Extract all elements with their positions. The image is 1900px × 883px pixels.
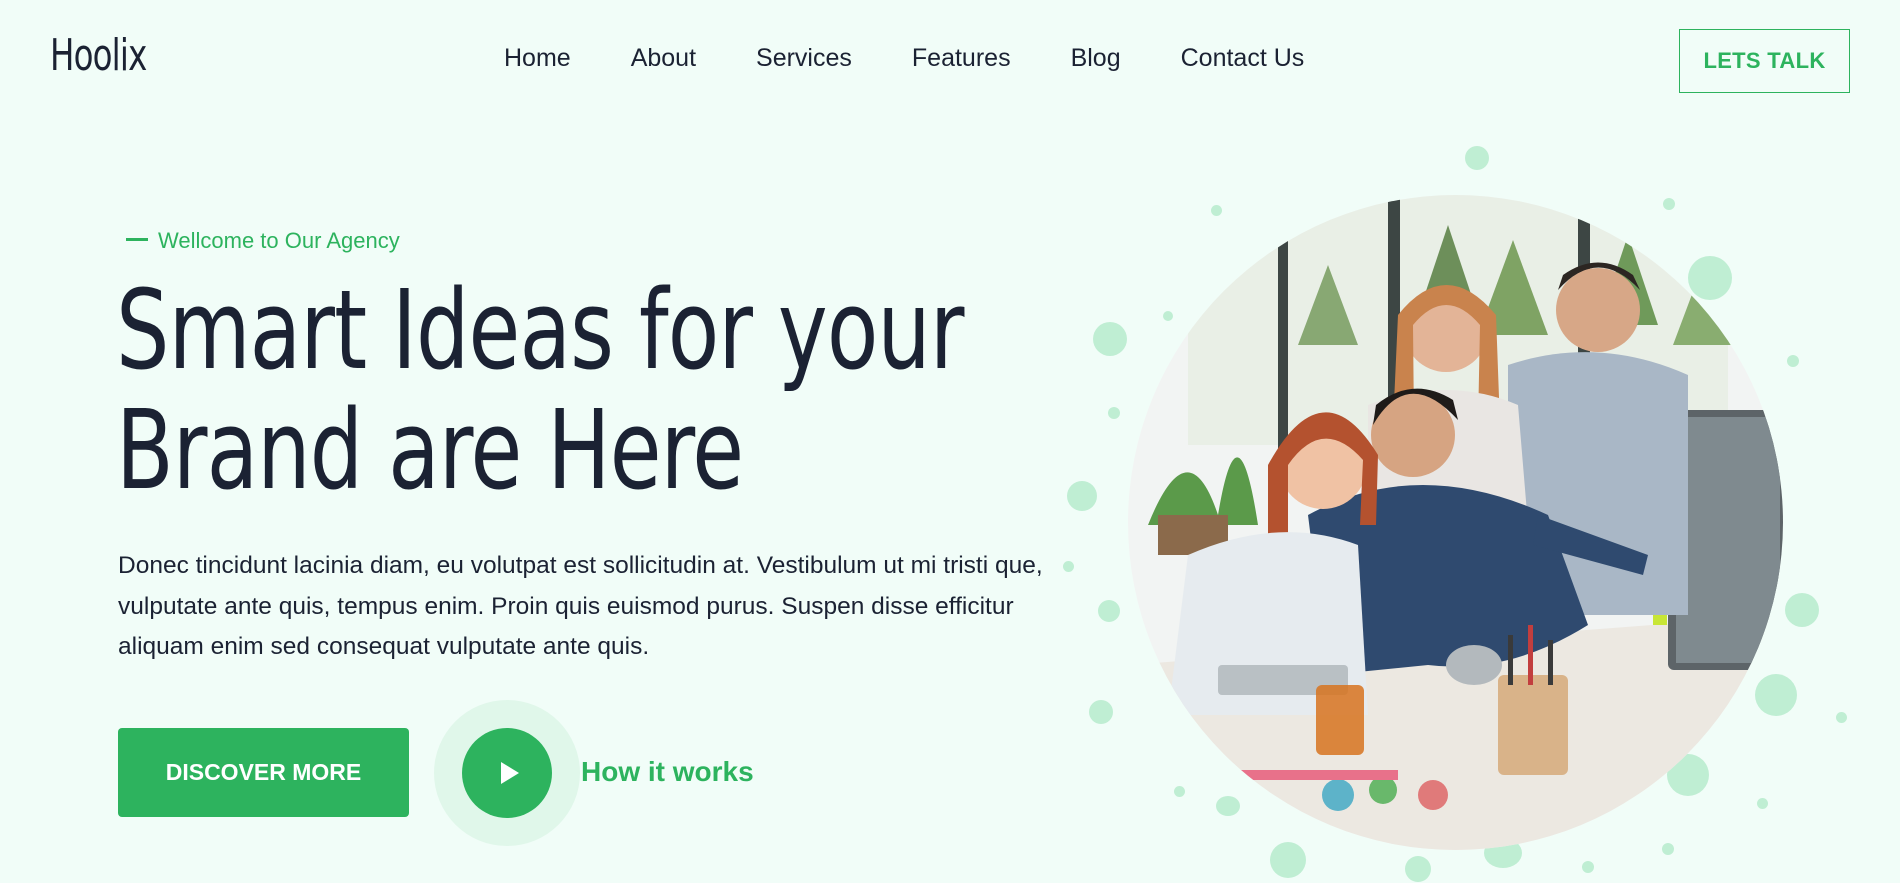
decor-dot bbox=[1465, 146, 1489, 170]
main-nav: Home About Services Features Blog Contac… bbox=[504, 44, 1304, 73]
logo[interactable]: Hoolix bbox=[50, 30, 147, 81]
decor-dot bbox=[1785, 593, 1819, 627]
nav-item-home[interactable]: Home bbox=[504, 44, 571, 73]
hero-title-line-2: Brand are Here bbox=[116, 386, 744, 514]
hero-title-line-1: Smart Ideas for your bbox=[116, 266, 964, 394]
decor-dot bbox=[1089, 700, 1113, 724]
decor-dot bbox=[1211, 205, 1222, 216]
hero-eyebrow: Wellcome to Our Agency bbox=[126, 228, 400, 254]
discover-more-button[interactable]: DISCOVER MORE bbox=[118, 728, 409, 817]
decor-dot bbox=[1787, 355, 1799, 367]
how-it-works-link[interactable]: How it works bbox=[581, 756, 754, 788]
decor-dot bbox=[1405, 856, 1431, 882]
decor-dot bbox=[1067, 481, 1097, 511]
dash-icon bbox=[126, 237, 148, 241]
decor-dot bbox=[1755, 674, 1797, 716]
decor-dot bbox=[1582, 861, 1594, 873]
decor-dot bbox=[1063, 561, 1074, 572]
decor-dot bbox=[1663, 198, 1675, 210]
hero-description: Donec tincidunt lacinia diam, eu volutpa… bbox=[118, 552, 1043, 660]
decor-dot bbox=[1098, 600, 1120, 622]
decor-dot bbox=[1093, 322, 1127, 356]
decor-dot bbox=[1836, 712, 1847, 723]
play-button-halo bbox=[434, 700, 580, 846]
decor-dot bbox=[1163, 311, 1173, 321]
nav-item-blog[interactable]: Blog bbox=[1071, 44, 1121, 73]
site-header: Hoolix Home About Services Features Blog… bbox=[0, 0, 1900, 120]
nav-item-services[interactable]: Services bbox=[756, 44, 852, 73]
decor-dot bbox=[1216, 796, 1240, 816]
nav-item-about[interactable]: About bbox=[631, 44, 696, 73]
decor-dot bbox=[1662, 843, 1674, 855]
nav-item-contact[interactable]: Contact Us bbox=[1181, 44, 1305, 73]
decor-dot bbox=[1174, 786, 1185, 797]
play-button[interactable] bbox=[462, 728, 552, 818]
play-icon bbox=[500, 762, 519, 784]
lets-talk-button[interactable]: LETS TALK bbox=[1679, 29, 1850, 93]
decor-dot bbox=[1757, 798, 1768, 809]
hero-title: Smart Ideas for your Brand are Here bbox=[116, 266, 964, 514]
decor-dot bbox=[1688, 256, 1732, 300]
decor-dot bbox=[1270, 842, 1306, 878]
hero-team-photo bbox=[1128, 195, 1783, 850]
decor-dot bbox=[1108, 407, 1120, 419]
eyebrow-text: Wellcome to Our Agency bbox=[158, 228, 400, 253]
nav-item-features[interactable]: Features bbox=[912, 44, 1011, 73]
